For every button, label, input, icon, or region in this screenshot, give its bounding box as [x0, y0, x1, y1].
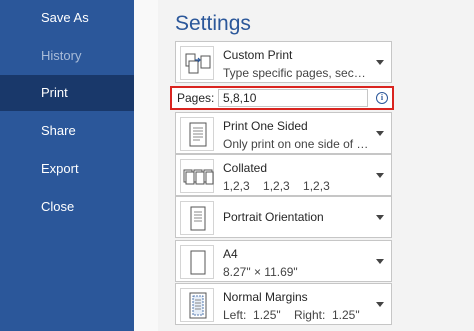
pages-row: Pages: 5,8,10 i [170, 86, 394, 110]
margins-dropdown[interactable]: Normal Margins Left: 1.25" Right: 1.25" [175, 283, 392, 325]
collated-icon [180, 159, 214, 193]
paper-size-title: A4 [223, 247, 238, 261]
chevron-down-icon [376, 131, 384, 136]
sidebar-item-history[interactable]: History [0, 38, 134, 74]
settings-title: Settings [175, 12, 251, 35]
separator [134, 0, 158, 331]
pages-label: Pages: [177, 91, 215, 105]
sides-title: Print One Sided [223, 119, 308, 133]
paper-size-subtitle: 8.27" × 11.69" [223, 265, 298, 279]
collation-dropdown[interactable]: Collated 1,2,3 1,2,3 1,2,3 [175, 154, 392, 196]
backstage-sidebar: Save As History Print Share Export Close [0, 0, 134, 331]
orientation-dropdown[interactable]: Portrait Orientation [175, 196, 392, 238]
print-range-subtitle: Type specific pages, section... [223, 66, 369, 80]
sidebar-item-print[interactable]: Print [0, 75, 134, 111]
print-range-title: Custom Print [223, 48, 293, 62]
pages-input[interactable]: 5,8,10 [218, 89, 368, 107]
chevron-down-icon [376, 302, 384, 307]
collation-title: Collated [223, 161, 268, 175]
margins-subtitle: Left: 1.25" Right: 1.25" [223, 308, 360, 322]
one-sided-icon [180, 117, 214, 151]
sides-subtitle: Only print on one side of th... [223, 137, 369, 151]
print-range-dropdown[interactable]: Custom Print Type specific pages, sectio… [175, 41, 392, 83]
info-icon[interactable]: i [376, 92, 388, 104]
sides-dropdown[interactable]: Print One Sided Only print on one side o… [175, 112, 392, 154]
chevron-down-icon [376, 173, 384, 178]
paper-size-icon [180, 245, 214, 279]
chevron-down-icon [376, 60, 384, 65]
margins-icon [180, 288, 214, 322]
sidebar-item-share[interactable]: Share [0, 113, 134, 149]
chevron-down-icon [376, 215, 384, 220]
margins-title: Normal Margins [223, 290, 308, 304]
paper-size-dropdown[interactable]: A4 8.27" × 11.69" [175, 240, 392, 282]
custom-print-icon [180, 46, 214, 80]
orientation-title: Portrait Orientation [223, 210, 324, 224]
portrait-icon [180, 201, 214, 235]
sidebar-item-save-as[interactable]: Save As [0, 0, 134, 36]
sidebar-item-export[interactable]: Export [0, 151, 134, 187]
sidebar-item-close[interactable]: Close [0, 189, 134, 225]
chevron-down-icon [376, 259, 384, 264]
collation-subtitle: 1,2,3 1,2,3 1,2,3 [223, 179, 330, 193]
